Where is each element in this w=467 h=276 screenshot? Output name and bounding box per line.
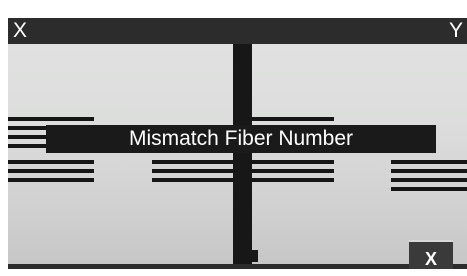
y-axis-label: Y xyxy=(448,19,463,42)
close-button[interactable]: X xyxy=(409,240,453,269)
fiber-line xyxy=(252,160,334,164)
fiber-line xyxy=(391,169,467,173)
fiber-line xyxy=(252,178,334,182)
fiber-line xyxy=(8,117,94,121)
fiber-line xyxy=(252,169,334,173)
fiber-line xyxy=(391,178,467,182)
fiber-line xyxy=(252,117,334,121)
bottom-bar xyxy=(8,264,467,269)
fiber-line xyxy=(152,169,233,173)
fiber-line xyxy=(391,187,467,191)
fiber-line xyxy=(391,160,467,164)
fiber-line xyxy=(8,178,94,182)
center-electrode-divider xyxy=(233,44,252,269)
fiber-line xyxy=(8,169,94,173)
x-axis-label: X xyxy=(13,19,28,42)
fiber-line xyxy=(152,178,233,182)
fiber-line xyxy=(152,160,233,164)
fusion-splicer-screen: X Y Mismatch Fiber Number xyxy=(8,18,467,269)
fiber-line xyxy=(8,160,94,164)
divider-notch xyxy=(248,250,258,262)
error-message-banner: Mismatch Fiber Number xyxy=(46,125,436,153)
top-axis-bar: X Y xyxy=(8,18,467,44)
